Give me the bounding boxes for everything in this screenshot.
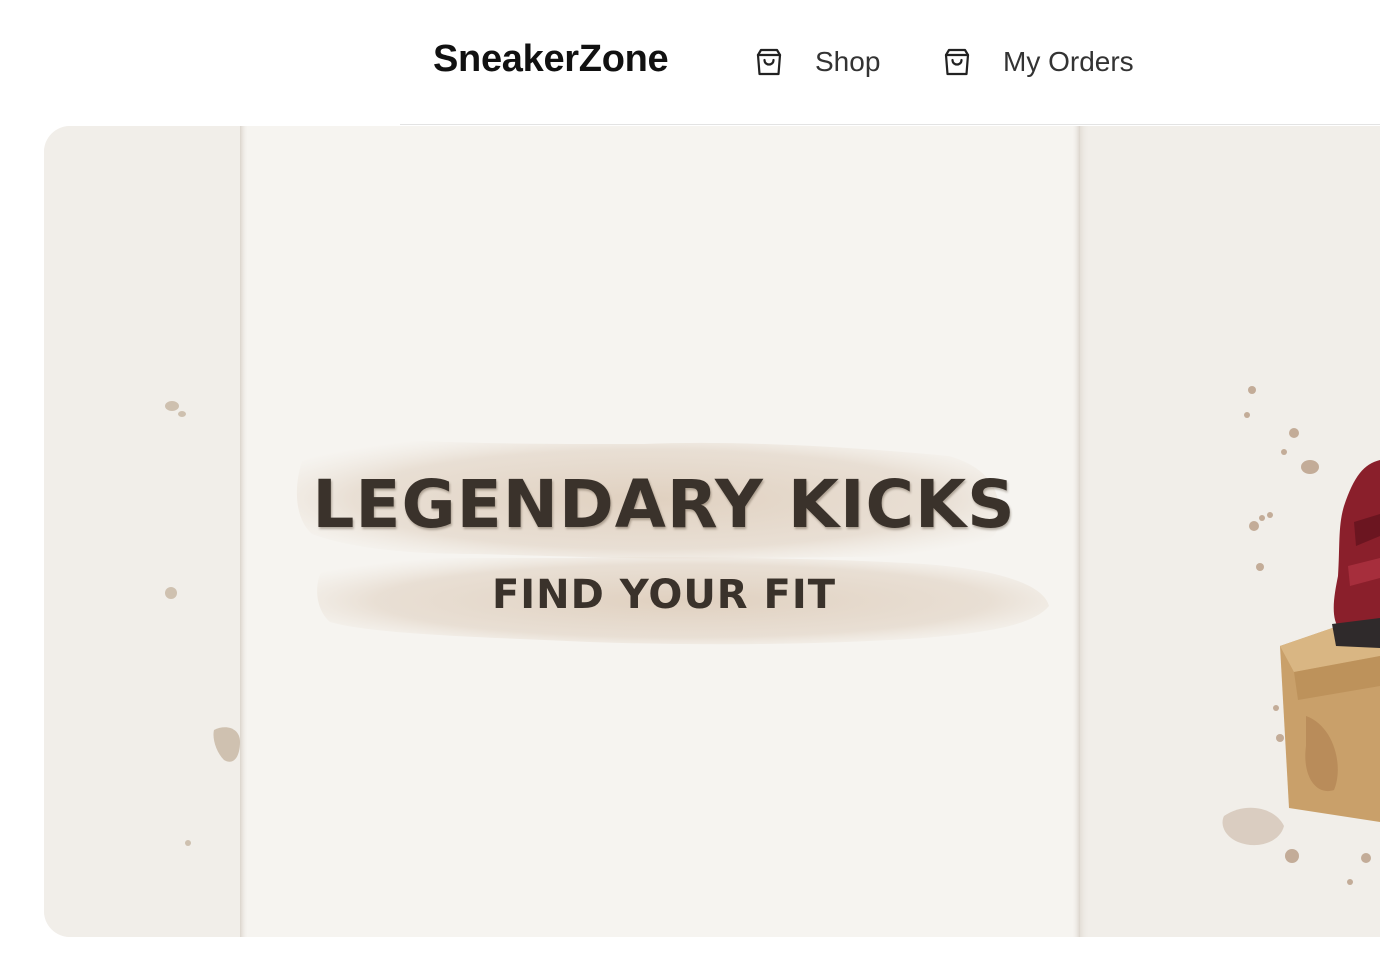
nav-shop-link[interactable]: Shop — [753, 38, 880, 86]
nav-shop-label: Shop — [815, 46, 881, 77]
top-nav-bar: SneakerZone Shop My Orders — [0, 0, 1380, 124]
hero-banner: LEGENDARY KICKS FIND YOUR FIT — [44, 126, 1380, 937]
nav-my-orders-link[interactable]: My Orders — [941, 38, 1134, 86]
shoebox-illustration — [1280, 624, 1380, 822]
hero-subtitle: FIND YOUR FIT — [491, 572, 837, 618]
shopping-bag-icon — [941, 46, 973, 78]
hero-title: LEGENDARY KICKS — [312, 466, 1016, 543]
header-divider — [400, 124, 1380, 125]
brand-logo[interactable]: SneakerZone — [433, 38, 669, 81]
nav-my-orders-label: My Orders — [1003, 46, 1134, 77]
shopping-bag-icon — [753, 46, 785, 78]
